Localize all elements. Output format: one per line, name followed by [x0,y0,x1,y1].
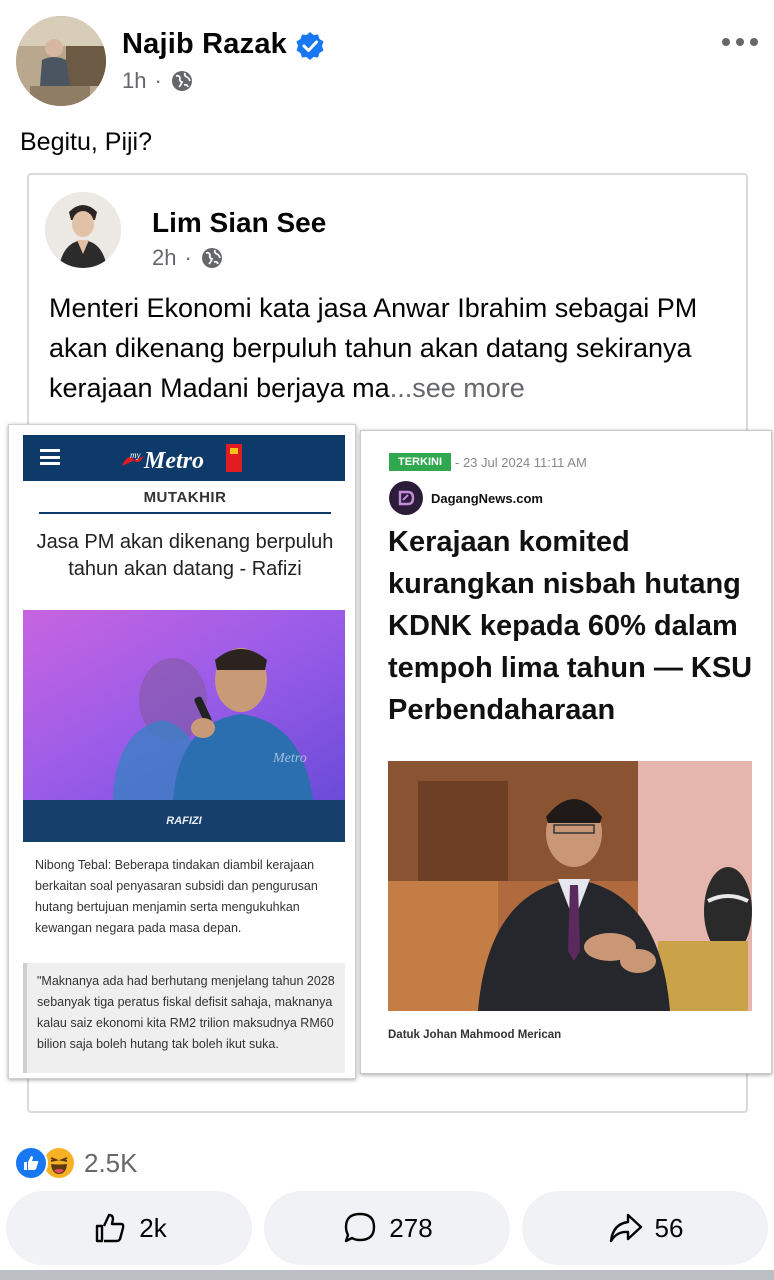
more-options-icon[interactable] [722,30,758,54]
dagang-photo [388,761,752,1011]
section-label: MUTAKHIR [39,489,331,514]
metro-header-bar: my Metro [23,435,345,481]
comment-icon [345,1212,376,1243]
author-name[interactable]: Najib Razak [122,28,287,61]
share-icon [609,1213,642,1243]
metro-screenshot[interactable]: my Metro MUTAKHIR Jasa PM akan dikenang … [8,424,356,1079]
share-button[interactable]: 56 [522,1191,768,1265]
post-time[interactable]: 1h [122,68,146,94]
svg-text:Metro: Metro [143,448,204,474]
bottom-divider [0,1270,774,1280]
metro-body-text: Nibong Tebal: Beberapa tindakan diambil … [35,858,318,935]
dagangnews-screenshot[interactable]: TERKINI - 23 Jul 2024 11:11 AM DagangNew… [360,430,772,1074]
metro-photo-caption: RAFIZI [23,800,345,842]
article-date: - 23 Jul 2024 11:11 AM [455,454,587,470]
globe-icon [171,71,192,91]
metro-headline: Jasa PM akan dikenang berpuluh tahun aka… [36,531,334,580]
metro-photo: Metro [23,610,345,800]
comment-button[interactable]: 278 [264,1191,510,1265]
like-reaction-icon [14,1146,48,1180]
reactions-summary[interactable]: 2.5K [14,1146,138,1180]
metro-quote: "Maknanya ada had berhutang menjelang ta… [23,963,345,1073]
shared-author-avatar[interactable] [45,192,121,268]
post-actions: 2k 278 56 [6,1191,768,1265]
shared-author-name[interactable]: Lim Sian See [152,207,326,239]
svg-text:my: my [130,450,141,460]
source-row: DagangNews.com [389,481,543,515]
share-count: 56 [654,1212,684,1243]
reaction-count: 2.5K [84,1147,138,1178]
post-text: Begitu, Piji? [20,128,153,156]
post-time-row: 1h · [122,68,194,94]
like-icon [96,1213,125,1243]
shared-time-row: 2h · [152,245,224,271]
hamburger-menu-icon [40,449,60,465]
dagangnews-logo-icon [389,481,423,515]
like-count: 2k [139,1212,167,1243]
verified-badge-icon [296,32,324,60]
dagang-headline: Kerajaan komited kurangkan nisbah hutang… [388,526,753,726]
metro-logo: my Metro [122,444,242,474]
globe-icon [201,248,222,268]
svg-text:Metro: Metro [272,751,307,766]
see-more-link[interactable]: ...see more [390,373,525,403]
separator: · [184,245,192,270]
shared-post-time[interactable]: 2h [152,245,176,271]
separator: · [154,68,162,93]
comment-count: 278 [389,1212,433,1243]
terkini-row: TERKINI - 23 Jul 2024 11:11 AM [389,453,587,471]
author-avatar[interactable] [16,16,106,106]
shared-post-text: Menteri Ekonomi kata jasa Anwar Ibrahim … [49,288,739,408]
like-button[interactable]: 2k [6,1191,252,1265]
shared-post-body: Menteri Ekonomi kata jasa Anwar Ibrahim … [49,293,698,403]
dagang-photo-caption: Datuk Johan Mahmood Merican [388,1029,562,1041]
source-name: DagangNews.com [431,490,543,506]
terkini-badge: TERKINI [389,453,451,471]
post-header: Najib Razak 1h · [0,0,774,110]
